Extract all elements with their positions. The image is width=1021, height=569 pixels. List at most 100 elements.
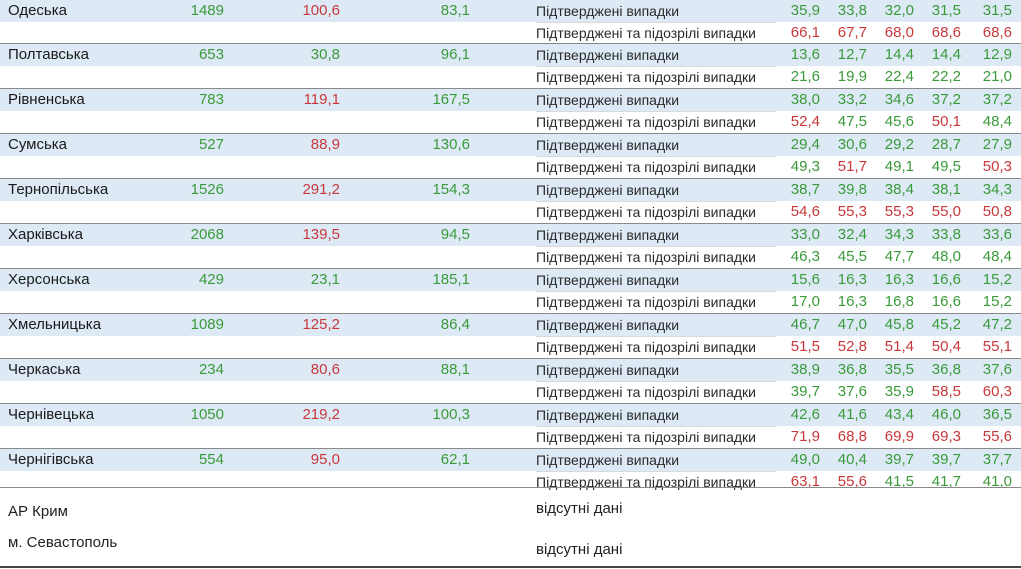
week-value: 38,0 <box>790 91 820 108</box>
table-bottom-rule <box>0 566 1021 568</box>
week-value: 46,0 <box>931 406 961 423</box>
region-name: Херсонська <box>8 271 90 288</box>
week-value: 60,3 <box>982 383 1012 400</box>
table-row: Полтавська 653 30,8 96,1 Підтверджені випадк… <box>0 43 1021 88</box>
week-value: 58,5 <box>931 383 961 400</box>
col-index: 83,1 <box>440 2 470 19</box>
week-value: 39,7 <box>790 383 820 400</box>
case-type-label: Підтверджені випадки <box>536 269 776 292</box>
col-rate: 125,2 <box>302 316 340 333</box>
week-value: 55,3 <box>884 203 914 220</box>
col-index: 88,1 <box>440 361 470 378</box>
region-name-crimea: АР Крим <box>8 503 68 520</box>
week-value: 37,6 <box>982 361 1012 378</box>
week-value: 36,5 <box>982 406 1012 423</box>
week-value: 51,7 <box>837 158 867 175</box>
col-index: 167,5 <box>432 91 470 108</box>
week-value: 33,6 <box>982 226 1012 243</box>
case-type-label: Підтверджені випадки <box>536 0 776 23</box>
col-rate: 88,9 <box>310 136 340 153</box>
week-value: 16,3 <box>884 271 914 288</box>
week-value: 50,4 <box>931 338 961 355</box>
week-value: 34,3 <box>982 181 1012 198</box>
region-name: Черкаська <box>8 361 81 378</box>
suspected-subrow: Підтверджені та підозрілі випадки 17,0 16,… <box>0 291 1021 313</box>
week-value: 21,6 <box>790 68 820 85</box>
col-index: 154,3 <box>432 181 470 198</box>
col-count: 527 <box>198 136 224 153</box>
week-value: 51,4 <box>884 338 914 355</box>
week-value: 36,8 <box>931 361 961 378</box>
week-value: 50,1 <box>931 113 961 130</box>
suspected-subrow: Підтверджені та підозрілі випадки 52,4 47,… <box>0 111 1021 133</box>
no-data-label: відсутні дані <box>536 541 623 558</box>
table-row: Сумська 527 88,9 130,6 Підтверджені випадки 2… <box>0 133 1021 178</box>
week-value: 49,5 <box>931 158 961 175</box>
week-value: 38,7 <box>790 181 820 198</box>
case-type-label: Підтверджені та підозрілі випадки <box>536 339 756 355</box>
col-rate: 219,2 <box>302 406 340 423</box>
confirmed-subrow: Чернігівська 554 95,0 62,1 Підтверджені випа… <box>0 449 1021 472</box>
week-value: 21,0 <box>982 68 1012 85</box>
week-value: 68,6 <box>931 24 961 41</box>
case-type-label: Підтверджені та підозрілі випадки <box>536 249 756 265</box>
week-value: 46,3 <box>790 248 820 265</box>
week-value: 36,8 <box>837 361 867 378</box>
case-type-label: Підтверджені випадки <box>536 224 776 247</box>
confirmed-subrow: Полтавська 653 30,8 96,1 Підтверджені випадк… <box>0 44 1021 67</box>
col-count: 783 <box>198 91 224 108</box>
confirmed-subrow: Черкаська 234 80,6 88,1 Підтверджені випадки… <box>0 359 1021 382</box>
week-value: 45,6 <box>884 113 914 130</box>
week-value: 45,8 <box>884 316 914 333</box>
confirmed-subrow: Харківська 2068 139,5 94,5 Підтверджені випа… <box>0 224 1021 247</box>
week-value: 50,8 <box>982 203 1012 220</box>
week-value: 31,5 <box>931 2 961 19</box>
week-value: 69,3 <box>931 428 961 445</box>
week-value: 22,2 <box>931 68 961 85</box>
week-value: 16,8 <box>884 293 914 310</box>
week-value: 32,0 <box>884 2 914 19</box>
week-value: 37,2 <box>931 91 961 108</box>
table-row: Черкаська 234 80,6 88,1 Підтверджені випадки… <box>0 358 1021 403</box>
case-type-label: Підтверджені та підозрілі випадки <box>536 114 756 130</box>
case-type-label: Підтверджені випадки <box>536 44 776 67</box>
week-value: 68,8 <box>837 428 867 445</box>
region-name: Хмельницька <box>8 316 102 333</box>
week-value: 40,4 <box>837 451 867 468</box>
suspected-subrow: Підтверджені та підозрілі випадки 51,5 52,… <box>0 336 1021 358</box>
confirmed-subrow: Рівненська 783 119,1 167,5 Підтверджені випа… <box>0 89 1021 112</box>
confirmed-subrow: Чернівецька 1050 219,2 100,3 Підтверджені ви… <box>0 404 1021 427</box>
col-count: 1089 <box>190 316 224 333</box>
col-count: 1489 <box>190 2 224 19</box>
week-value: 33,2 <box>837 91 867 108</box>
no-data-section: АР Крим м. Севастополь відсутні дані від… <box>0 487 1021 568</box>
week-value: 52,8 <box>837 338 867 355</box>
week-value: 69,9 <box>884 428 914 445</box>
week-value: 67,7 <box>837 24 867 41</box>
region-name: Полтавська <box>8 46 89 63</box>
week-value: 15,6 <box>790 271 820 288</box>
week-value: 39,7 <box>884 451 914 468</box>
col-index: 185,1 <box>432 271 470 288</box>
week-value: 39,7 <box>931 451 961 468</box>
table-row: Хмельницька 1089 125,2 86,4 Підтверджені вип… <box>0 313 1021 358</box>
week-value: 38,1 <box>931 181 961 198</box>
col-count: 1050 <box>190 406 224 423</box>
region-name: Тернопільська <box>8 181 109 198</box>
case-type-label: Підтверджені та підозрілі випадки <box>536 204 756 220</box>
case-type-label: Підтверджені випадки <box>536 89 776 112</box>
table-row: Одеська 1489 100,6 83,1 Підтверджені випадки… <box>0 0 1021 43</box>
suspected-subrow: Підтверджені та підозрілі випадки 54,6 55,… <box>0 201 1021 223</box>
week-value: 47,2 <box>982 316 1012 333</box>
week-value: 31,5 <box>982 2 1012 19</box>
week-value: 52,4 <box>790 113 820 130</box>
week-value: 47,5 <box>837 113 867 130</box>
week-value: 16,6 <box>931 271 961 288</box>
col-rate: 23,1 <box>310 271 340 288</box>
week-value: 30,6 <box>837 136 867 153</box>
col-index: 86,4 <box>440 316 470 333</box>
week-value: 68,0 <box>884 24 914 41</box>
region-name: Чернівецька <box>8 406 95 423</box>
region-name: Одеська <box>8 2 67 19</box>
case-type-label: Підтверджені та підозрілі випадки <box>536 294 756 310</box>
